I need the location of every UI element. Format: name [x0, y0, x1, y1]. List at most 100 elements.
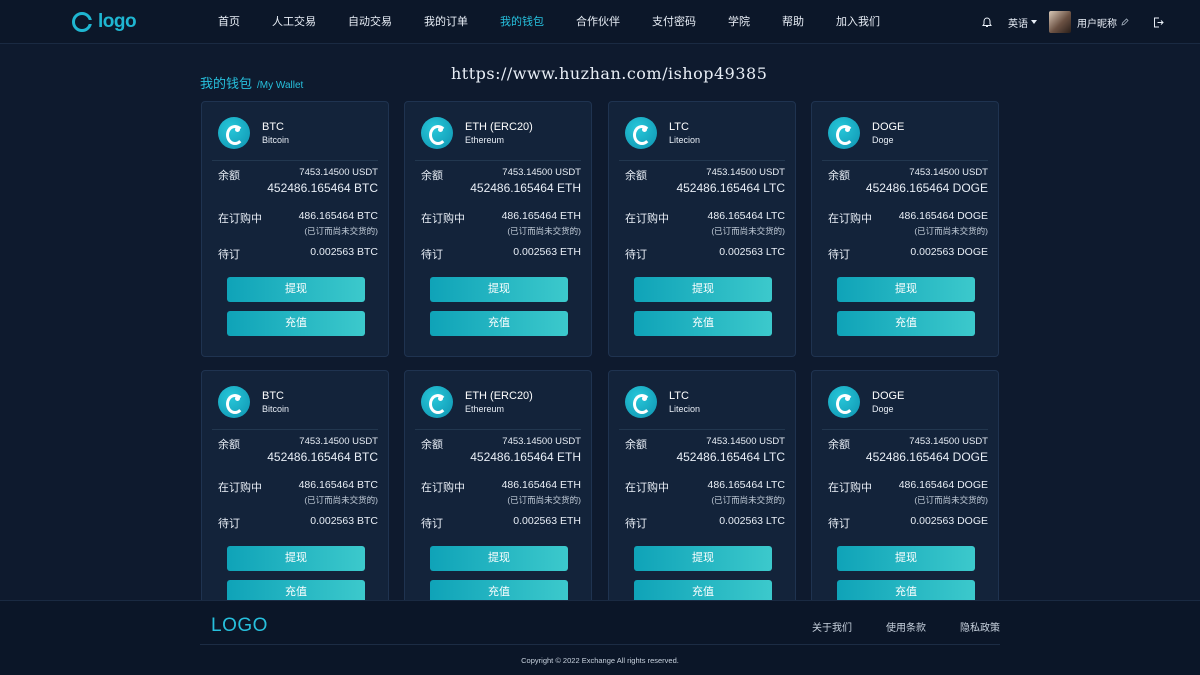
coin-title: LTC Litecion	[669, 121, 700, 146]
balance-coin: 452486.165464 DOGE	[865, 450, 988, 464]
withdraw-button[interactable]: 提现	[837, 546, 975, 571]
coin-symbol: DOGE	[872, 389, 905, 402]
balance-usdt: 7453.14500 USDT	[299, 436, 378, 447]
in-order-value: 486.165464 BTC	[298, 479, 378, 491]
balance-label: 余额	[218, 170, 240, 182]
username[interactable]: 用户昵称	[1077, 15, 1117, 30]
watermark-url: https://www.huzhan.com/ishop49385	[451, 64, 768, 83]
balance-label: 余额	[828, 170, 850, 182]
coin-icon	[218, 117, 250, 149]
pending-label: 待订	[218, 249, 240, 261]
coin-title: BTC Bitcoin	[262, 390, 289, 415]
deposit-button[interactable]: 充值	[430, 311, 568, 336]
deposit-button[interactable]: 充值	[837, 311, 975, 336]
balance-coin: 452486.165464 DOGE	[865, 181, 988, 195]
coin-symbol: LTC	[669, 120, 689, 133]
balance-coin: 452486.165464 BTC	[267, 450, 378, 464]
nav-item-my-orders[interactable]: 我的订单	[424, 0, 468, 44]
nav-item-payment-password[interactable]: 支付密码	[652, 0, 696, 44]
card-divider	[822, 429, 988, 430]
nav-item-academy[interactable]: 学院	[728, 0, 750, 44]
balance-coin: 452486.165464 BTC	[267, 181, 378, 195]
coin-icon	[421, 386, 453, 418]
coin-name: Doge	[872, 403, 894, 414]
nav-item-home[interactable]: 首页	[218, 0, 240, 44]
pending-value: 0.002563 ETH	[513, 515, 581, 527]
bell-icon[interactable]	[982, 16, 992, 28]
nav-item-join-us[interactable]: 加入我们	[836, 0, 880, 44]
language-selector[interactable]: 英语	[1008, 15, 1037, 30]
pending-label: 待订	[625, 249, 647, 261]
coin-symbol: BTC	[262, 389, 284, 402]
coin-title: ETH (ERC20) Ethereum	[465, 390, 533, 415]
wallet-card: DOGE Doge 余额 7453.14500 USDT 452486.165464 D…	[811, 370, 999, 626]
in-order-value: 486.165464 ETH	[501, 479, 581, 491]
in-order-note: (已订而尚未交货的)	[507, 226, 581, 236]
coin-symbol: BTC	[262, 120, 284, 133]
nav-item-partners[interactable]: 合作伙伴	[576, 0, 620, 44]
avatar[interactable]	[1049, 11, 1071, 33]
pending-label: 待订	[218, 518, 240, 530]
coin-icon	[828, 117, 860, 149]
in-order-label: 在订购中	[421, 213, 465, 225]
card-divider	[415, 429, 581, 430]
in-order-note: (已订而尚未交货的)	[304, 226, 378, 236]
withdraw-button[interactable]: 提现	[634, 546, 772, 571]
edit-icon[interactable]	[1121, 18, 1129, 26]
in-order-value: 486.165464 LTC	[707, 210, 785, 222]
withdraw-button[interactable]: 提现	[227, 277, 365, 302]
wallet-card: DOGE Doge 余额 7453.14500 USDT 452486.165464 D…	[811, 101, 999, 357]
wallet-card: ETH (ERC20) Ethereum 余额 7453.14500 USDT 4524…	[404, 101, 592, 357]
card-divider	[619, 160, 785, 161]
coin-title: DOGE Doge	[872, 121, 904, 146]
in-order-note: (已订而尚未交货的)	[914, 495, 988, 505]
balance-usdt: 7453.14500 USDT	[706, 436, 785, 447]
wallet-card: BTC Bitcoin 余额 7453.14500 USDT 452486.165464…	[201, 101, 389, 357]
withdraw-button[interactable]: 提现	[837, 277, 975, 302]
footer-link-terms[interactable]: 使用条款	[886, 619, 926, 634]
coin-title: BTC Bitcoin	[262, 121, 289, 146]
balance-label: 余额	[828, 439, 850, 451]
card-divider	[822, 160, 988, 161]
coin-icon	[625, 117, 657, 149]
nav-item-help[interactable]: 帮助	[782, 0, 804, 44]
page-title: 我的钱包 /My Wallet	[200, 73, 303, 92]
withdraw-button[interactable]: 提现	[634, 277, 772, 302]
balance-label: 余额	[421, 170, 443, 182]
coin-name: Bitcoin	[262, 403, 290, 414]
balance-label: 余额	[218, 439, 240, 451]
in-order-note: (已订而尚未交货的)	[711, 226, 785, 236]
logout-icon[interactable]	[1153, 17, 1164, 28]
coin-symbol: ETH (ERC20)	[465, 389, 533, 402]
coin-icon	[218, 386, 250, 418]
in-order-value: 486.165464 LTC	[707, 479, 785, 491]
logo[interactable]: logo	[72, 11, 137, 33]
in-order-note: (已订而尚未交货的)	[914, 226, 988, 236]
pending-label: 待订	[421, 249, 443, 261]
deposit-button[interactable]: 充值	[227, 311, 365, 336]
deposit-button[interactable]: 充值	[634, 311, 772, 336]
page-title-en: /My Wallet	[257, 80, 304, 91]
footer-logo[interactable]: LOGO	[211, 615, 268, 637]
nav-item-my-wallet[interactable]: 我的钱包	[500, 0, 544, 44]
coin-icon	[625, 386, 657, 418]
footer-link-privacy[interactable]: 隐私政策	[960, 619, 1000, 634]
in-order-label: 在订购中	[625, 482, 669, 494]
withdraw-button[interactable]: 提现	[430, 277, 568, 302]
in-order-note: (已订而尚未交货的)	[711, 495, 785, 505]
pending-value: 0.002563 ETH	[513, 246, 581, 258]
nav-item-manual-trade[interactable]: 人工交易	[272, 0, 316, 44]
withdraw-button[interactable]: 提现	[430, 546, 568, 571]
copyright: Copyright © 2022 Exchange All rights res…	[521, 656, 679, 665]
balance-coin: 452486.165464 ETH	[470, 181, 581, 195]
footer-links: 关于我们 使用条款 隐私政策	[812, 619, 1000, 634]
balance-usdt: 7453.14500 USDT	[909, 167, 988, 178]
nav-item-auto-trade[interactable]: 自动交易	[348, 0, 392, 44]
withdraw-button[interactable]: 提现	[227, 546, 365, 571]
header-user-area: 英语 用户昵称	[982, 0, 1164, 44]
in-order-label: 在订购中	[421, 482, 465, 494]
footer-link-about[interactable]: 关于我们	[812, 619, 852, 634]
pending-label: 待订	[828, 249, 850, 261]
pending-label: 待订	[828, 518, 850, 530]
wallet-card: BTC Bitcoin 余额 7453.14500 USDT 452486.165464…	[201, 370, 389, 626]
